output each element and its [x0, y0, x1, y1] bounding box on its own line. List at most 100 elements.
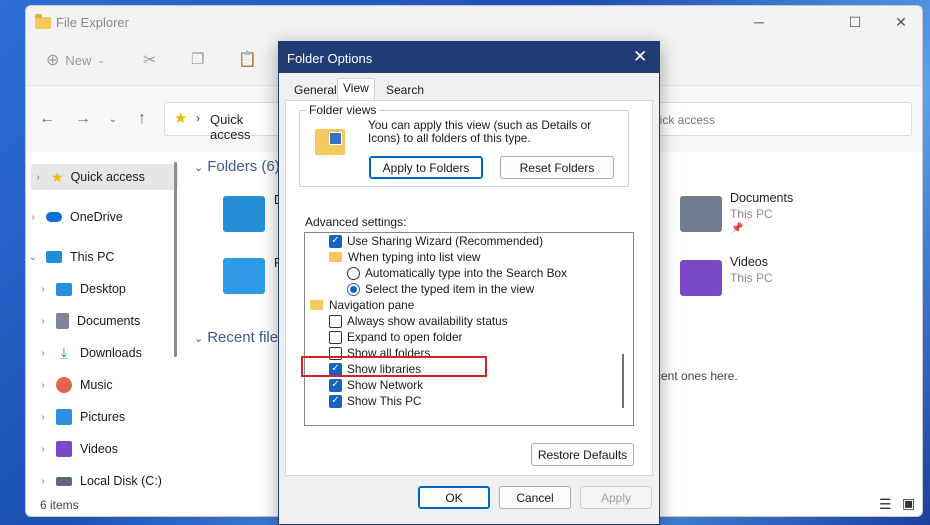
recent-files-section-header[interactable]: ⌄ Recent file: [194, 329, 278, 346]
cloud-icon: [46, 212, 62, 222]
downloads-icon: ⤓: [60, 344, 68, 362]
ok-button[interactable]: OK: [418, 486, 490, 509]
checkbox-checked[interactable]: ✓: [329, 234, 342, 248]
sidebar-item-pictures[interactable]: › Pictures: [36, 404, 186, 430]
sidebar-item-onedrive[interactable]: › OneDrive: [26, 204, 176, 230]
chevron-right-icon[interactable]: ›: [36, 444, 50, 455]
setting-label: Use Sharing Wizard (Recommended): [347, 234, 544, 248]
checkbox-unchecked[interactable]: [329, 330, 342, 344]
chevron-right-icon[interactable]: ›: [26, 212, 40, 223]
address-bar[interactable]: ★ › Quick access: [164, 102, 288, 142]
tab-view[interactable]: View: [337, 78, 375, 101]
details-view-icon[interactable]: ☰: [879, 496, 892, 513]
documents-folder-location: This PC: [730, 207, 773, 221]
setting-label: Show This PC: [347, 394, 422, 408]
sidebar-scrollbar[interactable]: [174, 162, 177, 357]
sidebar-item-music[interactable]: › Music: [36, 372, 186, 398]
sidebar-item-this-pc[interactable]: ⌄ This PC: [26, 244, 176, 270]
chevron-down-icon: ⌄: [194, 333, 204, 345]
folder-views-group: Folder views You can apply this view (su…: [299, 103, 629, 187]
recent-locations-icon[interactable]: ⌄: [103, 114, 123, 125]
search-input[interactable]: uick access: [648, 102, 912, 136]
radio-unchecked[interactable]: [347, 266, 360, 280]
folder-views-legend: Folder views: [306, 103, 380, 117]
new-label: New: [65, 52, 92, 68]
setting-select-typed-item[interactable]: Select the typed item in the view: [347, 281, 534, 297]
documents-folder-name[interactable]: Documents: [730, 191, 793, 205]
sidebar-item-desktop[interactable]: › Desktop: [36, 276, 186, 302]
settings-list-scrollbar[interactable]: [622, 354, 624, 408]
explorer-title: File Explorer: [56, 15, 129, 30]
setting-auto-type-search[interactable]: Automatically type into the Search Box: [347, 265, 567, 281]
highlight-box: [301, 356, 487, 377]
videos-folder-icon[interactable]: [680, 260, 722, 296]
radio-checked[interactable]: [347, 282, 360, 296]
sidebar-item-label: Local Disk (C:): [80, 474, 162, 488]
setting-always-show-availability[interactable]: Always show availability status: [329, 313, 508, 329]
sidebar-item-videos[interactable]: › Videos: [36, 436, 186, 462]
chevron-right-icon[interactable]: ›: [36, 476, 50, 487]
sidebar-item-quick-access[interactable]: › ★ Quick access: [31, 164, 178, 190]
new-button[interactable]: ⊕ New ⌄: [46, 50, 105, 70]
checkbox-unchecked[interactable]: [329, 314, 342, 328]
cancel-button[interactable]: Cancel: [499, 486, 571, 509]
close-icon[interactable]: ✕: [633, 47, 647, 67]
folder-icon: [35, 14, 51, 29]
tab-general[interactable]: General: [288, 80, 343, 100]
paste-icon[interactable]: 📋: [238, 50, 257, 68]
minimize-icon[interactable]: ─: [736, 6, 782, 38]
advanced-settings-list[interactable]: ✓ Use Sharing Wizard (Recommended) When …: [304, 232, 634, 426]
chevron-down-icon[interactable]: ⌄: [26, 252, 40, 263]
checkbox-checked[interactable]: ✓: [329, 394, 342, 408]
desktop-icon: [56, 282, 72, 296]
advanced-settings-label: Advanced settings:: [305, 215, 407, 229]
chevron-right-icon[interactable]: ›: [36, 412, 50, 423]
pictures-icon: [56, 409, 72, 425]
videos-folder-name[interactable]: Videos: [730, 255, 768, 269]
recent-header-text: Recent file: [207, 329, 279, 346]
sidebar-item-documents[interactable]: › Documents: [36, 308, 186, 334]
tab-search[interactable]: Search: [380, 80, 430, 100]
recent-empty-message: cent ones here.: [655, 369, 738, 383]
close-icon[interactable]: ✕: [878, 6, 922, 38]
maximize-icon[interactable]: ☐: [832, 6, 878, 38]
desktop-folder-icon[interactable]: [223, 196, 265, 232]
videos-folder-location: This PC: [730, 271, 773, 285]
sidebar-item-downloads[interactable]: › ⤓ Downloads: [36, 340, 186, 366]
chevron-right-icon[interactable]: ›: [36, 316, 50, 327]
chevron-right-icon[interactable]: ›: [36, 284, 50, 295]
folder-view-icon: [315, 129, 345, 155]
setting-show-network[interactable]: ✓ Show Network: [329, 377, 423, 393]
folders-header-text: Folders (6): [207, 158, 280, 175]
pictures-folder-icon[interactable]: [223, 258, 265, 294]
restore-defaults-button[interactable]: Restore Defaults: [531, 443, 634, 466]
chevron-down-icon: ⌄: [97, 54, 105, 65]
folders-section-header[interactable]: ⌄ Folders (6): [194, 158, 280, 175]
sidebar-item-label: This PC: [70, 250, 115, 264]
dialog-titlebar: Folder Options ✕: [279, 42, 659, 73]
setting-label: Expand to open folder: [347, 330, 463, 344]
sidebar-item-label: Music: [80, 378, 113, 392]
cut-icon[interactable]: ✂: [143, 50, 156, 70]
dialog-title: Folder Options: [287, 51, 373, 66]
reset-folders-button[interactable]: Reset Folders: [500, 156, 614, 179]
up-icon[interactable]: ↑: [132, 110, 152, 128]
chevron-right-icon[interactable]: ›: [36, 380, 50, 391]
back-icon[interactable]: ←: [37, 110, 57, 128]
chevron-right-icon[interactable]: ›: [36, 348, 50, 359]
setting-label: Select the typed item in the view: [365, 282, 535, 296]
setting-show-this-pc[interactable]: ✓ Show This PC: [329, 393, 422, 409]
setting-label: Automatically type into the Search Box: [365, 266, 567, 280]
sidebar-item-local-disk[interactable]: › Local Disk (C:): [36, 468, 186, 494]
checkbox-checked[interactable]: ✓: [329, 378, 342, 392]
tiles-view-icon[interactable]: ▣: [902, 495, 915, 512]
sidebar-item-label: OneDrive: [70, 210, 123, 224]
setting-expand-to-open-folder[interactable]: Expand to open folder: [329, 329, 462, 345]
setting-use-sharing-wizard[interactable]: ✓ Use Sharing Wizard (Recommended): [329, 233, 543, 249]
documents-folder-icon[interactable]: [680, 196, 722, 232]
apply-button: Apply: [580, 486, 652, 509]
chevron-right-icon[interactable]: ›: [31, 172, 45, 183]
forward-icon[interactable]: →: [73, 110, 93, 128]
copy-icon[interactable]: ❐: [191, 50, 204, 68]
apply-to-folders-button[interactable]: Apply to Folders: [369, 156, 483, 179]
